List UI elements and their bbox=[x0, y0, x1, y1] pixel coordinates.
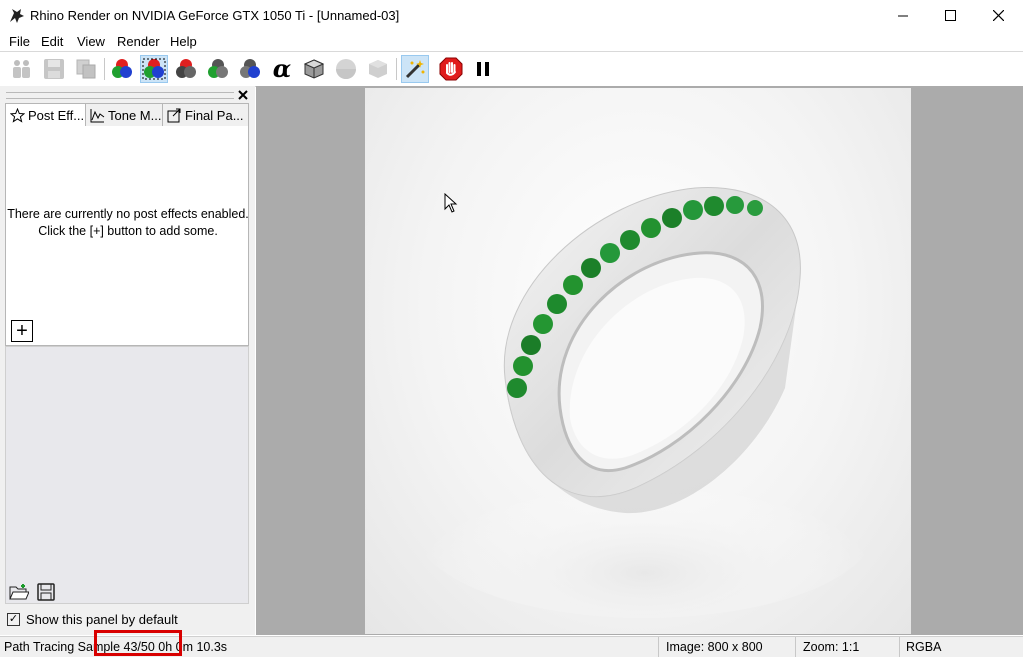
rgb-channel-button[interactable] bbox=[108, 55, 136, 83]
show-panel-option[interactable]: ✓ Show this panel by default bbox=[7, 612, 178, 627]
tab-label: Tone M... bbox=[108, 107, 162, 123]
post-effect-settings-area bbox=[5, 346, 249, 604]
menu-file[interactable]: File bbox=[9, 34, 30, 49]
clone-icon bbox=[13, 60, 30, 78]
green-channel-icon bbox=[208, 59, 228, 78]
close-icon bbox=[992, 10, 1004, 21]
tab-label: Post Eff... bbox=[28, 108, 85, 123]
mouse-cursor-icon bbox=[444, 193, 458, 213]
star-icon bbox=[10, 108, 25, 123]
post-effects-list: There are currently no post effects enab… bbox=[5, 126, 249, 346]
empty-message-line: Click the [+] button to add some. bbox=[38, 224, 218, 238]
minimize-icon bbox=[898, 15, 908, 16]
save-icon bbox=[44, 59, 64, 79]
tone-curve-icon bbox=[90, 108, 105, 122]
rgb-spheres-selected-icon bbox=[142, 58, 166, 80]
copy-render-button[interactable] bbox=[72, 55, 100, 83]
tab-tone-mapping[interactable]: Tone M... bbox=[85, 103, 163, 126]
save-render-button[interactable] bbox=[40, 55, 68, 83]
status-divider bbox=[795, 637, 796, 657]
copy-icon bbox=[76, 59, 96, 79]
image-size-text: Image: 800 x 800 bbox=[666, 640, 763, 654]
menu-render[interactable]: Render bbox=[117, 34, 160, 49]
alpha-channel-button[interactable]: α bbox=[268, 55, 296, 83]
channel-text: RGBA bbox=[906, 640, 942, 654]
gray-cube-icon bbox=[303, 59, 325, 79]
status-divider bbox=[658, 637, 659, 657]
ring-render bbox=[415, 187, 875, 618]
red-channel-button[interactable] bbox=[172, 55, 200, 83]
maximize-icon bbox=[944, 10, 956, 21]
post-effects-panel: Post Eff... Tone M... Final Pa... There … bbox=[0, 86, 255, 635]
object-channel-button[interactable] bbox=[364, 55, 392, 83]
maximize-button[interactable] bbox=[927, 0, 973, 31]
open-folder-button[interactable] bbox=[9, 583, 30, 601]
panel-tabs: Post Eff... Tone M... Final Pa... bbox=[5, 103, 249, 127]
pause-render-button[interactable] bbox=[469, 55, 497, 83]
tab-label: Final Pa... bbox=[185, 107, 244, 123]
title-bar: Rhino Render on NVIDIA GeForce GTX 1050 … bbox=[0, 0, 1023, 31]
pause-icon bbox=[477, 62, 489, 76]
blue-channel-icon bbox=[240, 59, 260, 78]
empty-message: There are currently no post effects enab… bbox=[6, 206, 250, 240]
open-folder-icon bbox=[9, 584, 30, 600]
alpha-icon: α bbox=[272, 54, 292, 83]
rhino-icon bbox=[10, 9, 24, 23]
minimize-button[interactable] bbox=[880, 0, 926, 31]
menu-edit[interactable]: Edit bbox=[41, 34, 63, 49]
window-title: Rhino Render on NVIDIA GeForce GTX 1050 … bbox=[30, 8, 400, 23]
tab-post-effects[interactable]: Post Eff... bbox=[5, 103, 86, 127]
close-icon bbox=[238, 90, 248, 100]
empty-message-line: There are currently no post effects enab… bbox=[7, 207, 249, 221]
rendered-image bbox=[365, 88, 911, 634]
stop-hand-icon bbox=[439, 57, 463, 81]
toolbar-separator bbox=[396, 58, 397, 80]
annotation-highlight-box bbox=[94, 630, 182, 656]
magic-wand-icon bbox=[405, 60, 425, 79]
close-button[interactable] bbox=[975, 0, 1021, 31]
pane-close-button[interactable] bbox=[238, 87, 248, 103]
final-pass-icon bbox=[167, 108, 181, 122]
add-post-effect-button[interactable]: + bbox=[11, 320, 33, 342]
depth-channel-button[interactable] bbox=[300, 55, 328, 83]
toolbar: α bbox=[0, 52, 1023, 87]
red-channel-icon bbox=[176, 59, 196, 78]
menu-help[interactable]: Help bbox=[170, 34, 197, 49]
stop-render-button[interactable] bbox=[437, 55, 465, 83]
rgb-spheres-icon bbox=[112, 59, 132, 78]
show-panel-checkbox[interactable]: ✓ bbox=[7, 613, 20, 626]
show-panel-label: Show this panel by default bbox=[26, 612, 178, 627]
zoom-text: Zoom: 1:1 bbox=[803, 640, 860, 654]
status-divider bbox=[899, 637, 900, 657]
normal-channel-button[interactable] bbox=[332, 55, 360, 83]
blue-channel-button[interactable] bbox=[236, 55, 264, 83]
menu-bar: File Edit View Render Help bbox=[0, 31, 1023, 52]
gray-box-icon bbox=[369, 60, 387, 78]
save-icon bbox=[37, 583, 55, 601]
toolbar-separator bbox=[104, 58, 105, 80]
render-viewport[interactable] bbox=[256, 86, 1023, 635]
post-effects-toggle-button[interactable] bbox=[401, 55, 429, 83]
rgb-channel-selected-button[interactable] bbox=[140, 55, 168, 83]
tab-final-pass[interactable]: Final Pa... bbox=[162, 103, 249, 126]
pane-drag-handle[interactable] bbox=[6, 92, 234, 99]
save-preset-button[interactable] bbox=[37, 583, 57, 601]
menu-view[interactable]: View bbox=[77, 34, 105, 49]
gray-sphere-icon bbox=[336, 59, 356, 79]
green-channel-button[interactable] bbox=[204, 55, 232, 83]
clone-render-window-button[interactable] bbox=[8, 55, 36, 83]
